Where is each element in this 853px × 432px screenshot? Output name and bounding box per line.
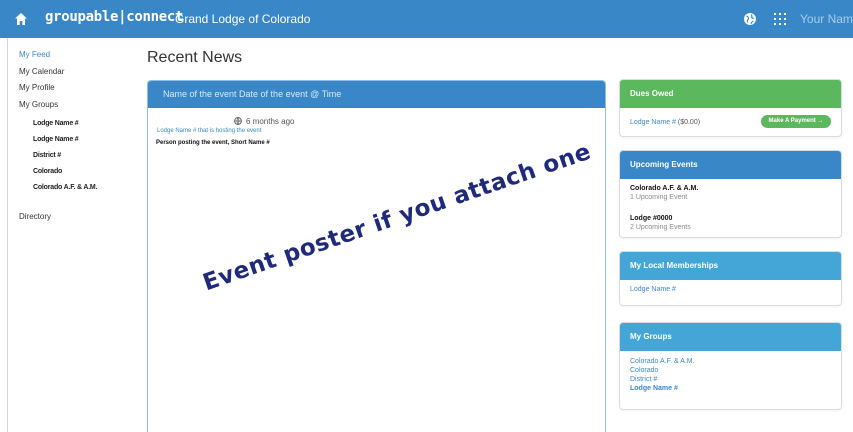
news-post-card: Name of the event Date of the event @ Ti… <box>147 80 606 432</box>
group-link[interactable]: Colorado <box>630 366 831 375</box>
post-header[interactable]: Name of the event Date of the event @ Ti… <box>148 81 605 108</box>
event-group-item[interactable]: Lodge #0000 2 Upcoming Events <box>630 215 831 245</box>
group-link[interactable]: District # <box>630 375 831 384</box>
sidebar-item-my-profile[interactable]: My Profile <box>19 80 129 97</box>
sidebar-group-item[interactable]: Colorado A.F. & A.M. <box>33 180 98 196</box>
local-memberships-title: My Local Memberships <box>620 252 841 280</box>
sidebar-nav: My Feed My Calendar My Profile My Groups <box>19 47 129 113</box>
sidebar-item-directory[interactable]: Directory <box>19 212 51 221</box>
sidebar-item-my-feed[interactable]: My Feed <box>19 47 129 64</box>
sidebar-group-list: Lodge Name # Lodge Name # District # Col… <box>33 116 98 196</box>
page-title: Recent News <box>147 49 243 66</box>
dues-row: Lodge Name # ($0.00) Make A Payment → <box>630 114 831 134</box>
upcoming-events-title: Upcoming Events <box>620 151 841 179</box>
public-globe-icon <box>234 117 242 125</box>
make-payment-button[interactable]: Make A Payment → <box>761 115 831 128</box>
top-navigation-bar: groupable|connect Grand Lodge of Colorad… <box>0 0 853 38</box>
event-count: 1 Upcoming Event <box>630 194 688 201</box>
group-link[interactable]: Colorado A.F. & A.M. <box>630 357 831 366</box>
dues-owed-panel: Dues Owed Lodge Name # ($0.00) Make A Pa… <box>619 79 842 137</box>
sidebar-group-item[interactable]: Lodge Name # <box>33 132 97 148</box>
event-group-name[interactable]: Lodge #0000 <box>630 215 831 222</box>
sidebar-item-my-calendar[interactable]: My Calendar <box>19 64 129 81</box>
event-group-item[interactable]: Colorado A.F. & A.M. 1 Upcoming Event <box>630 185 831 215</box>
event-count: 2 Upcoming Events <box>630 224 691 231</box>
post-author: Person posting the event, Short Name # <box>156 140 270 146</box>
user-name[interactable]: Your Name <box>800 12 853 26</box>
dues-lodge: Lodge Name # ($0.00) <box>630 119 700 126</box>
dues-owed-title: Dues Owed <box>620 80 841 108</box>
event-group-name[interactable]: Colorado A.F. & A.M. <box>630 185 831 192</box>
globe-icon[interactable] <box>743 12 757 26</box>
home-icon[interactable] <box>14 12 28 26</box>
organization-name[interactable]: Grand Lodge of Colorado <box>175 12 310 26</box>
sidebar-group-item[interactable]: Lodge Name # <box>33 116 97 132</box>
post-time-ago: 6 months ago <box>246 117 295 126</box>
dues-amount: ($0.00) <box>677 119 701 126</box>
post-host-lodge[interactable]: Lodge Name # that is hosting the event <box>157 128 261 134</box>
membership-link[interactable]: Lodge Name # <box>630 286 831 293</box>
apps-grid-icon[interactable] <box>774 13 786 25</box>
sidebar-group-item[interactable]: Colorado <box>33 164 97 180</box>
dues-lodge-link[interactable]: Lodge Name # <box>630 119 676 126</box>
group-link[interactable]: Lodge Name # <box>630 384 831 393</box>
my-groups-panel: My Groups Colorado A.F. & A.M. Colorado … <box>619 322 842 410</box>
sidebar-group-item[interactable]: District # <box>33 148 97 164</box>
brand-logo[interactable]: groupable|connect <box>45 9 184 25</box>
local-memberships-panel: My Local Memberships Lodge Name # <box>619 251 842 306</box>
event-poster-placeholder: Event poster if you attach one <box>199 138 595 297</box>
sidebar-divider <box>7 38 8 432</box>
upcoming-events-panel: Upcoming Events Colorado A.F. & A.M. 1 U… <box>619 150 842 238</box>
my-groups-title: My Groups <box>620 323 841 351</box>
post-timestamp: 6 months ago <box>234 117 294 126</box>
sidebar-item-my-groups[interactable]: My Groups <box>19 97 129 114</box>
